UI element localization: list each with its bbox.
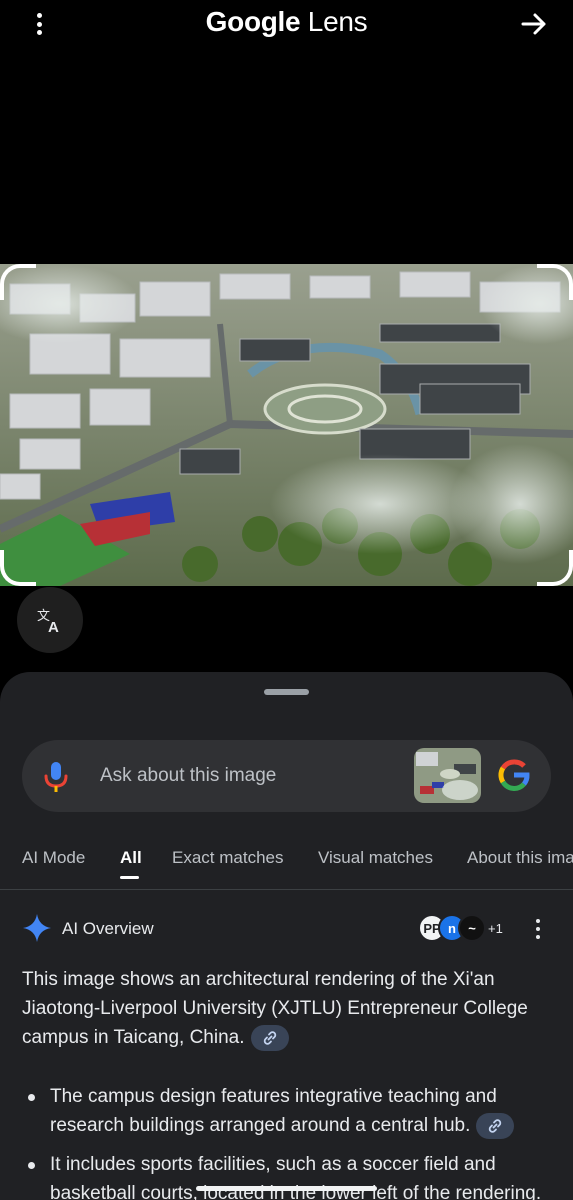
tab-exact-matches[interactable]: Exact matches bbox=[172, 848, 284, 868]
tab-all[interactable]: All bbox=[120, 848, 142, 868]
image-thumbnail[interactable] bbox=[414, 748, 481, 803]
list-item: The campus design features integrative t… bbox=[22, 1082, 552, 1140]
tab-ai-mode[interactable]: AI Mode bbox=[22, 848, 85, 868]
tab-visual-matches[interactable]: Visual matches bbox=[318, 848, 433, 868]
crop-handle-top-right[interactable] bbox=[537, 264, 573, 300]
crop-handle-bottom-left[interactable] bbox=[0, 550, 36, 586]
more-vert-icon[interactable] bbox=[532, 916, 544, 942]
google-g-icon[interactable] bbox=[497, 758, 531, 792]
results-sheet[interactable]: AI Mode All Exact matches Visual matches… bbox=[0, 672, 573, 1200]
arrow-right-icon[interactable] bbox=[519, 9, 549, 39]
svg-text:A: A bbox=[48, 619, 59, 634]
list-item: It includes sports facilities, such as a… bbox=[22, 1150, 552, 1200]
gesture-nav-bar[interactable] bbox=[196, 1186, 377, 1191]
app-title: Google Lens bbox=[0, 6, 573, 38]
product-name: Lens bbox=[307, 6, 368, 37]
bullet-text: It includes sports facilities, such as a… bbox=[50, 1154, 542, 1200]
sparkle-icon bbox=[23, 914, 51, 942]
brand-name: Google bbox=[205, 6, 301, 37]
top-bar: Google Lens bbox=[0, 0, 573, 50]
ai-overview-title: AI Overview bbox=[62, 919, 154, 938]
drag-handle[interactable] bbox=[264, 689, 309, 695]
result-tabs: AI Mode All Exact matches Visual matches… bbox=[0, 840, 573, 890]
source-count[interactable]: +1 bbox=[488, 921, 503, 936]
source-icons[interactable]: PP n ~ bbox=[418, 914, 488, 944]
selected-image[interactable] bbox=[0, 264, 573, 586]
bullet-text: The campus design features integrative t… bbox=[50, 1086, 497, 1136]
translate-icon: 文 A bbox=[37, 609, 59, 634]
translate-button[interactable]: 文 A bbox=[17, 587, 83, 653]
ai-overview-bullets: The campus design features integrative t… bbox=[22, 1082, 552, 1200]
link-icon bbox=[489, 1119, 502, 1133]
source-icon-dark[interactable]: ~ bbox=[458, 914, 486, 942]
link-chip[interactable] bbox=[476, 1112, 515, 1139]
search-input[interactable] bbox=[100, 740, 400, 812]
ai-overview-intro: This image shows an architectural render… bbox=[22, 965, 552, 1052]
link-chip[interactable] bbox=[250, 1024, 289, 1051]
tab-about-this-image[interactable]: About this ima bbox=[467, 848, 573, 868]
link-icon bbox=[263, 1031, 276, 1045]
campus-rendering-image bbox=[0, 264, 573, 586]
ai-overview-header: AI Overview PP n ~ +1 bbox=[22, 912, 552, 946]
search-bar[interactable] bbox=[22, 740, 551, 812]
mic-icon[interactable] bbox=[42, 760, 70, 794]
active-tab-indicator bbox=[120, 876, 139, 879]
crop-handle-top-left[interactable] bbox=[0, 264, 36, 300]
